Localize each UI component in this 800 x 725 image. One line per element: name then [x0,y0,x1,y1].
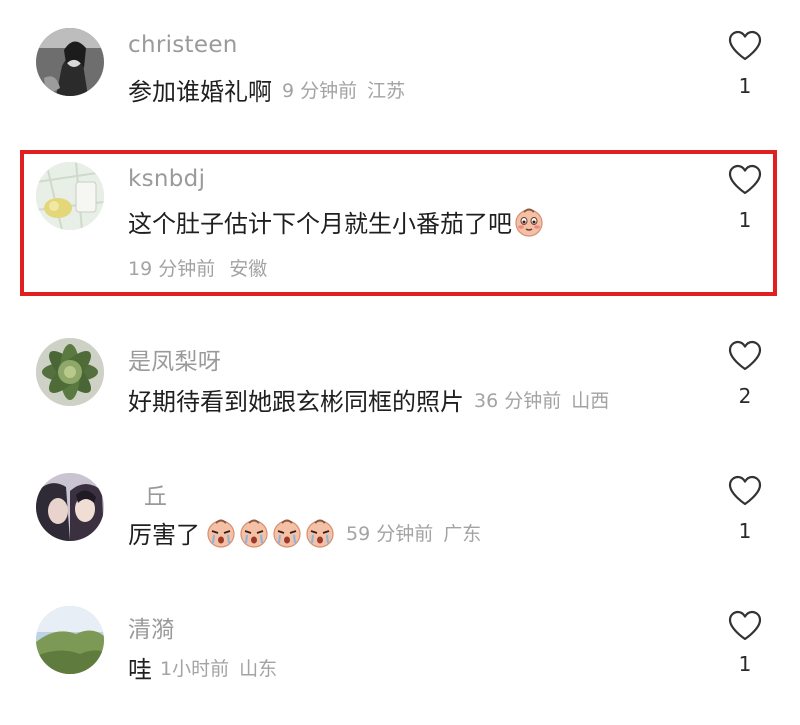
comment-time: 1小时前 [160,658,230,680]
crying-emoji-icon [271,517,303,549]
comment-item: 丘 厉害了 59 分钟前 广东 1 [0,445,800,580]
comment-username[interactable]: 是凤梨呀 [128,342,221,376]
map-avatar-icon [36,162,104,230]
comment-meta: 19 分钟前 安徽 [128,254,267,281]
avatar[interactable] [36,473,104,541]
comment-location: 广东 [443,523,482,545]
comment-item: ksnbdj 这个肚子估计下个月就生小番茄了吧 19 分钟前 安徽 1 [0,130,800,310]
like-count: 1 [738,519,752,543]
comment-username[interactable]: 丘 [144,477,167,511]
crying-emoji-icon [304,517,336,549]
comment-location: 江苏 [367,80,406,102]
comment-username[interactable]: christeen [128,32,238,58]
comment-time: 19 分钟前 [128,258,216,280]
crying-emoji-icon [205,517,237,549]
like-count: 1 [738,74,752,98]
avatar[interactable] [36,606,104,674]
comment-location: 山东 [239,658,278,680]
like-heart-icon[interactable] [728,340,762,372]
avatar[interactable] [36,338,104,406]
comment-body: 这个肚子估计下个月就生小番茄了吧 [128,204,545,239]
comment-body: 参加谁婚礼啊 9 分钟前 江苏 [128,72,405,107]
selfie-avatar-icon [36,473,104,541]
like-count: 1 [738,208,752,232]
succulent-avatar-icon [36,338,104,406]
bw-portrait-avatar-icon [36,28,104,96]
comment-time: 59 分钟前 [346,523,434,545]
comment-text: 厉害了 [128,521,200,549]
comment-username[interactable]: ksnbdj [128,166,205,192]
like-count: 2 [738,384,752,408]
comment-text: 参加谁婚礼啊 [128,78,272,106]
comment-text: 这个肚子估计下个月就生小番茄了吧 [128,210,512,238]
comment-body: 厉害了 59 分钟前 广东 [128,515,481,550]
like-count: 1 [738,652,752,676]
comment-body: 好期待看到她跟玄彬同框的照片 36 分钟前 山西 [128,382,609,417]
comment-text: 哇 [128,656,152,684]
comment-location: 安徽 [229,258,268,280]
shy-emoji-icon [513,206,545,238]
comment-location: 山西 [571,390,610,412]
comment-time: 36 分钟前 [474,390,562,412]
comment-item: 清漪 哇 1小时前 山东 1 [0,580,800,725]
comment-time: 9 分钟前 [282,80,358,102]
avatar[interactable] [36,162,104,230]
like-heart-icon[interactable] [728,30,762,62]
comment-item: 是凤梨呀 好期待看到她跟玄彬同框的照片 36 分钟前 山西 2 [0,310,800,445]
like-heart-icon[interactable] [728,475,762,507]
comment-item: christeen 参加谁婚礼啊 9 分钟前 江苏 1 [0,0,800,130]
crying-emoji-icon [238,517,270,549]
avatar[interactable] [36,28,104,96]
comment-body: 哇 1小时前 山东 [128,650,277,685]
comment-text: 好期待看到她跟玄彬同框的照片 [128,388,464,416]
landscape-avatar-icon [36,606,104,674]
comment-username[interactable]: 清漪 [128,610,175,644]
like-heart-icon[interactable] [728,164,762,196]
like-heart-icon[interactable] [728,610,762,642]
